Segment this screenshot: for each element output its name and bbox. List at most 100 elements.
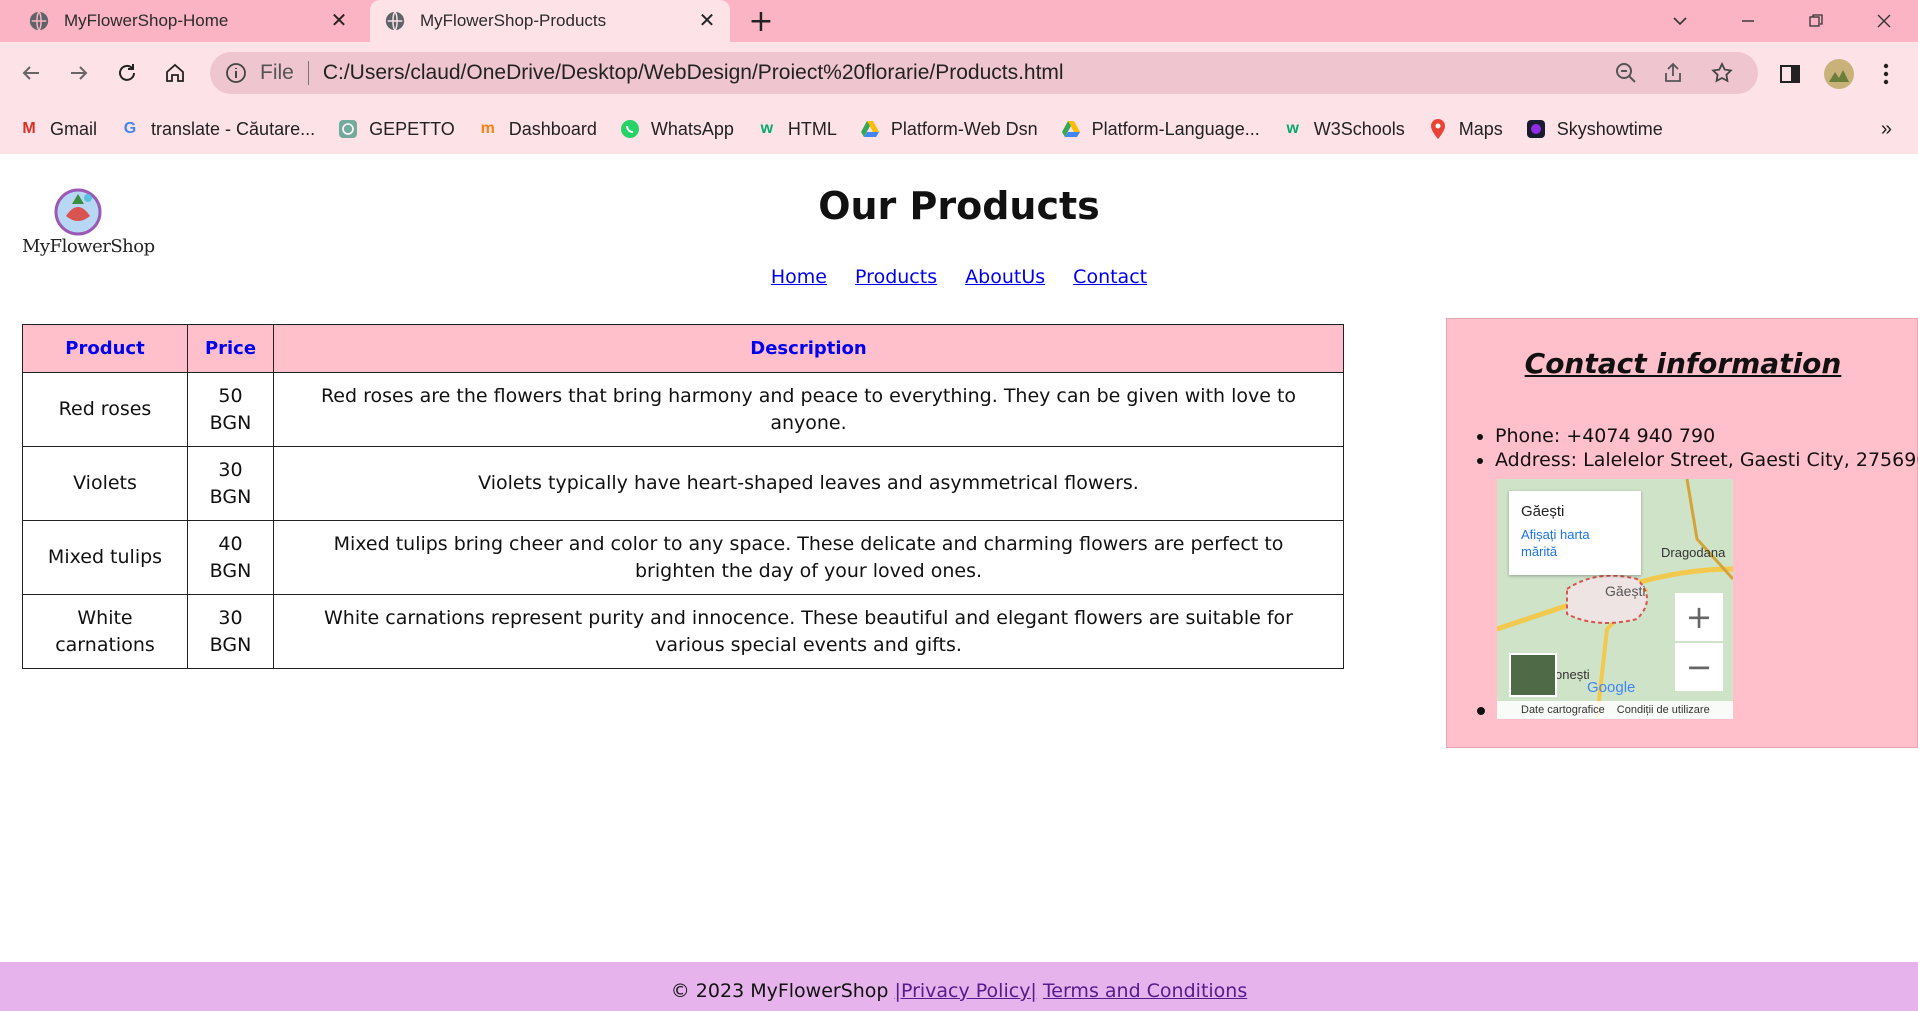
google-logo: Google: [1587, 679, 1636, 696]
tab-title: MyFlowerShop-Products: [420, 11, 607, 30]
tab-home[interactable]: MyFlowerShop-Home ✕: [14, 0, 362, 42]
footer-copyright: © 2023 MyFlowerShop: [670, 980, 895, 1002]
product-cell: Red roses: [22, 372, 188, 447]
close-icon[interactable]: ✕: [328, 10, 350, 32]
price-cell: 50 BGN: [187, 372, 274, 447]
description-cell: Violets typically have heart-shaped leav…: [273, 446, 1344, 521]
bookmark-w3schools[interactable]: w W3Schools: [1282, 118, 1404, 140]
price-value: 30: [218, 606, 243, 629]
chatgpt-icon: [337, 118, 359, 140]
bookmark-whatsapp[interactable]: WhatsApp: [619, 118, 734, 140]
bookmark-platform-web[interactable]: Platform-Web Dsn: [859, 118, 1038, 140]
logo-text: MyFlowerShop: [22, 236, 155, 257]
reload-button[interactable]: [110, 56, 144, 90]
column-header-description: Description: [273, 324, 1344, 373]
satellite-toggle[interactable]: [1509, 653, 1557, 697]
globe-icon: [385, 11, 405, 31]
bookmark-html[interactable]: w HTML: [756, 118, 837, 140]
bookmark-label: Maps: [1458, 118, 1503, 139]
nav-home-link[interactable]: Home: [771, 266, 827, 288]
close-icon[interactable]: ✕: [696, 10, 718, 32]
map-enlarge-link[interactable]: Afișați harta mărită: [1521, 526, 1629, 560]
column-header-price: Price: [187, 324, 274, 373]
nav-aboutus-link[interactable]: AboutUs: [965, 266, 1045, 288]
url-text[interactable]: C:/Users/claud/OneDrive/Desktop/WebDesig…: [323, 61, 1614, 85]
list-bullet: [1477, 707, 1485, 715]
bookmarks-more-icon[interactable]: »: [1881, 118, 1892, 141]
profile-avatar[interactable]: [1822, 57, 1856, 91]
price-currency: BGN: [209, 485, 252, 508]
bookmark-gmail[interactable]: M Gmail: [18, 118, 97, 140]
w3-icon: w: [1286, 120, 1299, 137]
map-label-dragodana: Dragodana: [1661, 545, 1726, 560]
side-panel-icon[interactable]: [1776, 60, 1804, 88]
drive-icon: [1060, 118, 1082, 140]
price-cell: 30 BGN: [187, 446, 274, 521]
address-bar[interactable]: File C:/Users/claud/OneDrive/Desktop/Web…: [210, 52, 1758, 94]
contact-address: Address: Lalelelor Street, Gaesti City, …: [1495, 449, 1918, 471]
zoom-in-button[interactable]: +: [1675, 593, 1723, 641]
contact-list: Phone: +4074 940 790 Address: Lalelelor …: [1495, 425, 1918, 473]
map-terms-link[interactable]: Condiții de utilizare: [1617, 704, 1710, 716]
price-cell: 40 BGN: [187, 520, 274, 595]
close-window-button[interactable]: [1850, 0, 1918, 42]
description-cell: Mixed tulips bring cheer and color to an…: [273, 520, 1344, 595]
table-row: Violets 30 BGN Violets typically have hea…: [22, 446, 1344, 521]
description-cell: White carnations represent purity and in…: [273, 594, 1344, 669]
map-data-link[interactable]: Date cartografice: [1521, 704, 1605, 716]
map-label-gaesti: Găești: [1605, 583, 1646, 599]
bookmark-skyshowtime[interactable]: Skyshowtime: [1525, 118, 1663, 140]
contact-phone: Phone: +4074 940 790: [1495, 425, 1918, 447]
bookmark-platform-language[interactable]: Platform-Language...: [1060, 118, 1260, 140]
zoom-icon[interactable]: [1614, 61, 1638, 85]
map-footer: Date cartografice Condiții de utilizare: [1497, 701, 1733, 719]
w3-icon: w: [760, 120, 774, 137]
terms-link[interactable]: Terms and Conditions: [1043, 980, 1247, 1002]
bookmark-label: translate - Căutare...: [151, 118, 316, 139]
restore-button[interactable]: [1782, 0, 1850, 42]
home-button[interactable]: [158, 56, 192, 90]
window-controls: [1646, 0, 1918, 42]
share-icon[interactable]: [1662, 61, 1686, 85]
skyshowtime-icon: [1525, 118, 1547, 140]
bookmark-dashboard[interactable]: m Dashboard: [477, 118, 597, 140]
privacy-policy-link[interactable]: |Privacy Policy|: [895, 980, 1037, 1002]
forward-button[interactable]: [62, 56, 96, 90]
whatsapp-icon: [619, 118, 641, 140]
back-button[interactable]: [14, 56, 48, 90]
bookmark-label: Gmail: [50, 118, 98, 139]
new-tab-button[interactable]: +: [748, 7, 774, 37]
bookmark-label: Dashboard: [508, 118, 597, 139]
scheme-label: File: [260, 61, 309, 85]
bookmark-label: HTML: [787, 118, 837, 139]
moodle-icon: m: [480, 120, 495, 137]
maps-icon: [1427, 118, 1449, 140]
bookmark-label: Skyshowtime: [1556, 118, 1663, 139]
drive-icon: [859, 118, 881, 140]
zoom-out-button[interactable]: −: [1675, 643, 1723, 691]
tab-strip: MyFlowerShop-Home ✕ MyFlowerShop-Product…: [0, 0, 1918, 42]
tab-search-icon[interactable]: [1646, 0, 1714, 42]
bookmark-maps[interactable]: Maps: [1427, 118, 1503, 140]
bookmark-label: GEPETTO: [369, 118, 455, 139]
google-icon: G: [123, 120, 137, 137]
contact-panel: Contact information Phone: +4074 940 790…: [1446, 318, 1918, 748]
bookmark-translate[interactable]: Gtranslate - Căutare...: [119, 118, 315, 140]
nav-products-link[interactable]: Products: [855, 266, 937, 288]
price-currency: BGN: [209, 411, 252, 434]
bookmark-gepetto[interactable]: GEPETTO: [337, 118, 455, 140]
globe-icon: [29, 11, 49, 31]
table-row: Red roses 50 BGN Red roses are the flower…: [22, 372, 1344, 447]
price-value: 30: [218, 458, 243, 481]
minimize-button[interactable]: [1714, 0, 1782, 42]
table-header-row: Product Price Description: [22, 324, 1344, 373]
star-icon[interactable]: [1710, 61, 1734, 85]
nav-contact-link[interactable]: Contact: [1073, 266, 1147, 288]
embedded-map[interactable]: Dragodana Găești onești Google Găești Af…: [1497, 479, 1733, 719]
products-table: Product Price Description Red roses 50 BG…: [22, 324, 1344, 669]
tab-products[interactable]: MyFlowerShop-Products ✕: [370, 0, 730, 42]
info-icon[interactable]: [224, 61, 248, 85]
gmail-icon: M: [22, 120, 36, 137]
menu-icon[interactable]: [1872, 60, 1900, 88]
table-row: Mixed tulips 40 BGN Mixed tulips bring ch…: [22, 520, 1344, 595]
